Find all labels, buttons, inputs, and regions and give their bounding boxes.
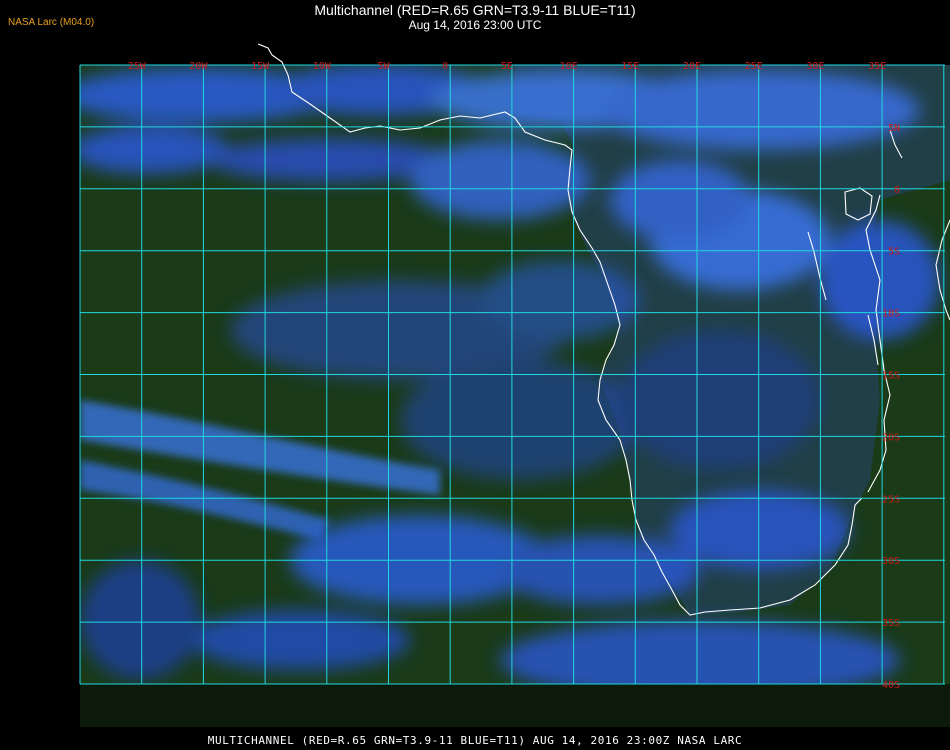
longitude-label: 15E	[621, 61, 639, 72]
longitude-label: 10W	[313, 61, 332, 72]
longitude-label: 25W	[128, 61, 147, 72]
latitude-label: 20S	[882, 432, 900, 443]
longitude-label: 20E	[683, 61, 701, 72]
longitude-label: 0	[442, 61, 448, 72]
latitude-label: 25S	[882, 494, 900, 505]
longitude-label: 15W	[251, 61, 270, 72]
latitude-label: 30S	[882, 556, 900, 567]
lower-margin	[80, 684, 950, 727]
latitude-label: 0	[894, 185, 900, 196]
longitude-label: 10E	[560, 61, 578, 72]
longitude-label: 25E	[745, 61, 763, 72]
latitude-label: 40S	[882, 680, 900, 691]
latitude-label: 10S	[882, 309, 900, 320]
satellite-map: 25W 20W 15W 10W 5W 0 5E 10E 15E 20E 25E 30E 35E 5N 0 5S…	[79, 43, 950, 727]
latitude-label: 5N	[888, 123, 900, 134]
longitude-label: 5E	[501, 61, 513, 72]
latitude-label: 15S	[882, 371, 900, 382]
longitude-label: 35E	[868, 61, 886, 72]
longitude-label: 20W	[189, 61, 208, 72]
latitude-label: 5S	[888, 247, 900, 258]
footer-caption: MULTICHANNEL (RED=R.65 GRN=T3.9-11 BLUE=…	[207, 734, 743, 747]
latitude-label: 35S	[882, 618, 900, 629]
longitude-label: 30E	[806, 61, 824, 72]
longitude-label: 5W	[377, 61, 390, 72]
